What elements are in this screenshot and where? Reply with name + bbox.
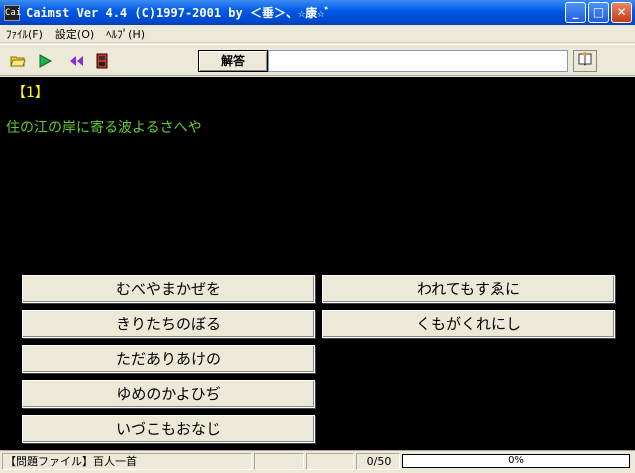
- stop-icon[interactable]: [94, 53, 110, 69]
- choice-button-6[interactable]: われてもすゑに: [322, 275, 615, 303]
- progress-text: 0%: [508, 455, 524, 466]
- status-bar: 【問題ファイル】百人一首 0/50 0%: [0, 450, 635, 473]
- open-folder-icon[interactable]: [10, 53, 26, 69]
- maximize-button[interactable]: □: [588, 2, 609, 23]
- window-title: Caimst Ver 4.4 (C)1997-2001 by ＜垂＞、☆康☆ﾞ: [26, 6, 331, 20]
- choice-button-2[interactable]: きりたちのぼる: [22, 310, 315, 338]
- toolbar: 解答: [0, 44, 635, 76]
- menu-bar: ﾌｧｲﾙ(F) 設定(O) ﾍﾙﾌﾟ(H): [0, 25, 635, 43]
- question-number: 【1】: [12, 85, 49, 101]
- status-panel-empty-1: [254, 453, 304, 470]
- choice-button-1[interactable]: むべやまかぜを: [22, 275, 315, 303]
- quiz-area: 【1】 住の江の岸に寄る波よるさへや むべやまかぜを きりたちのぼる ただありあ…: [0, 77, 635, 450]
- progress-bar: 0%: [402, 454, 630, 468]
- title-bar: Cai Caimst Ver 4.4 (C)1997-2001 by ＜垂＞、☆…: [0, 0, 635, 25]
- window-controls: _ □ ✕: [565, 2, 632, 23]
- question-count: 0/50: [356, 453, 400, 470]
- book-icon[interactable]: [573, 50, 597, 72]
- problem-file-label: 【問題ファイル】百人一首: [2, 453, 252, 470]
- menu-help[interactable]: ﾍﾙﾌﾟ(H): [100, 26, 151, 42]
- question-text: 住の江の岸に寄る波よるさへや: [6, 120, 202, 136]
- menu-settings[interactable]: 設定(O): [49, 26, 100, 42]
- minimize-button[interactable]: _: [565, 2, 586, 23]
- menu-file[interactable]: ﾌｧｲﾙ(F): [0, 26, 49, 42]
- choice-button-4[interactable]: ゆめのかよひぢ: [22, 380, 315, 408]
- choice-button-7[interactable]: くもがくれにし: [322, 310, 615, 338]
- choice-button-5[interactable]: いづこもおなじ: [22, 415, 315, 443]
- close-button[interactable]: ✕: [611, 2, 632, 23]
- play-icon[interactable]: [37, 53, 53, 69]
- choice-button-3[interactable]: ただありあけの: [22, 345, 315, 373]
- app-icon[interactable]: Cai: [4, 4, 21, 21]
- rewind-icon[interactable]: [68, 53, 84, 69]
- answer-input[interactable]: [268, 50, 568, 72]
- status-panel-empty-2: [306, 453, 354, 470]
- answer-button[interactable]: 解答: [198, 50, 268, 72]
